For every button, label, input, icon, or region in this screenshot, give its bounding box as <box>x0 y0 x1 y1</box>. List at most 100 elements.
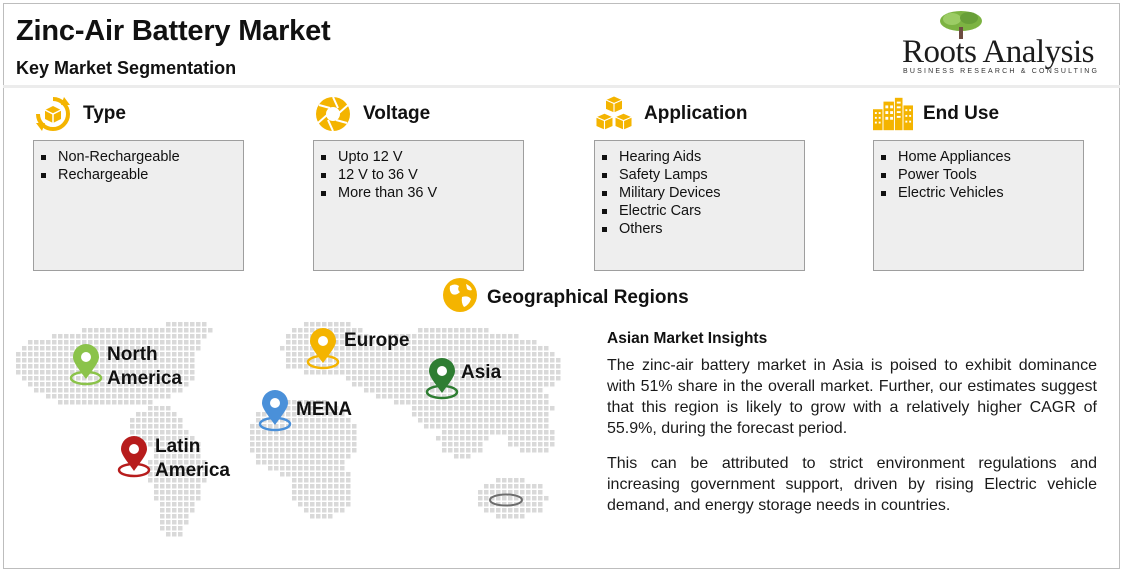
map-dot <box>130 400 135 405</box>
map-dot <box>412 352 417 357</box>
map-dot <box>424 340 429 345</box>
map-dot <box>58 334 63 339</box>
map-dot <box>520 484 525 489</box>
map-dot <box>328 460 333 465</box>
map-dot <box>154 394 159 399</box>
map-dot <box>442 436 447 441</box>
map-dot <box>190 490 195 495</box>
map-dot <box>544 352 549 357</box>
insights-title: Asian Market Insights <box>607 330 768 347</box>
map-dot <box>328 478 333 483</box>
map-dot <box>514 340 519 345</box>
latin-america-pin-icon <box>117 436 151 478</box>
map-dot <box>364 376 369 381</box>
map-dot <box>310 436 315 441</box>
map-dot <box>472 430 477 435</box>
map-dot <box>178 328 183 333</box>
map-dot <box>478 394 483 399</box>
map-dot <box>418 376 423 381</box>
map-dot <box>286 442 291 447</box>
map-dot <box>412 340 417 345</box>
map-dot <box>442 424 447 429</box>
map-dot <box>490 388 495 393</box>
map-dot <box>304 460 309 465</box>
map-dot <box>334 370 339 375</box>
map-dot <box>334 454 339 459</box>
map-dot <box>436 346 441 351</box>
map-dot <box>298 358 303 363</box>
map-dot <box>184 370 189 375</box>
map-dot <box>58 340 63 345</box>
geography-header: Geographical Regions <box>442 277 689 318</box>
map-dot <box>154 334 159 339</box>
map-dot <box>340 454 345 459</box>
map-dot <box>526 430 531 435</box>
map-dot <box>298 442 303 447</box>
map-dot <box>514 364 519 369</box>
map-dot <box>418 340 423 345</box>
map-dot <box>22 370 27 375</box>
map-dot <box>328 442 333 447</box>
map-dot <box>34 388 39 393</box>
map-dot <box>520 514 525 519</box>
map-dot <box>424 424 429 429</box>
map-dot <box>286 358 291 363</box>
map-dot <box>178 322 183 327</box>
map-dot <box>334 490 339 495</box>
map-dot <box>472 406 477 411</box>
map-dot <box>358 370 363 375</box>
map-dot <box>538 412 543 417</box>
map-dot <box>490 418 495 423</box>
map-dot <box>520 388 525 393</box>
map-dot <box>460 394 465 399</box>
map-dot <box>508 436 513 441</box>
map-dot <box>286 364 291 369</box>
map-dot <box>508 412 513 417</box>
map-dot <box>532 376 537 381</box>
map-dot <box>172 526 177 531</box>
map-dot <box>52 346 57 351</box>
map-dot <box>310 472 315 477</box>
map-dot <box>526 388 531 393</box>
map-dot <box>190 334 195 339</box>
map-dot <box>310 424 315 429</box>
map-dot <box>532 418 537 423</box>
map-dot <box>550 430 555 435</box>
map-dot <box>526 346 531 351</box>
map-dot <box>262 448 267 453</box>
map-dot <box>442 418 447 423</box>
map-dot <box>508 442 513 447</box>
map-dot <box>160 502 165 507</box>
map-dot <box>484 394 489 399</box>
map-dot <box>508 340 513 345</box>
map-dot <box>520 412 525 417</box>
map-dot <box>448 448 453 453</box>
map-dot <box>184 382 189 387</box>
map-dot <box>544 364 549 369</box>
map-dot <box>436 412 441 417</box>
map-dot <box>142 394 147 399</box>
map-dot <box>46 358 51 363</box>
map-dot <box>106 328 111 333</box>
map-dot <box>274 442 279 447</box>
map-dot <box>64 394 69 399</box>
map-dot <box>16 370 21 375</box>
map-dot <box>442 406 447 411</box>
map-dot <box>64 388 69 393</box>
map-dot <box>280 436 285 441</box>
map-dot <box>460 454 465 459</box>
map-dot <box>388 376 393 381</box>
map-dot <box>202 334 207 339</box>
map-dot <box>322 442 327 447</box>
list-item: Safety Lamps <box>600 166 798 184</box>
map-dot <box>316 466 321 471</box>
map-dot <box>514 412 519 417</box>
map-dot <box>526 418 531 423</box>
map-dot <box>520 406 525 411</box>
map-dot <box>472 346 477 351</box>
map-dot <box>142 412 147 417</box>
map-dot <box>292 340 297 345</box>
map-dot <box>460 406 465 411</box>
map-dot <box>316 370 321 375</box>
map-dot <box>508 346 513 351</box>
